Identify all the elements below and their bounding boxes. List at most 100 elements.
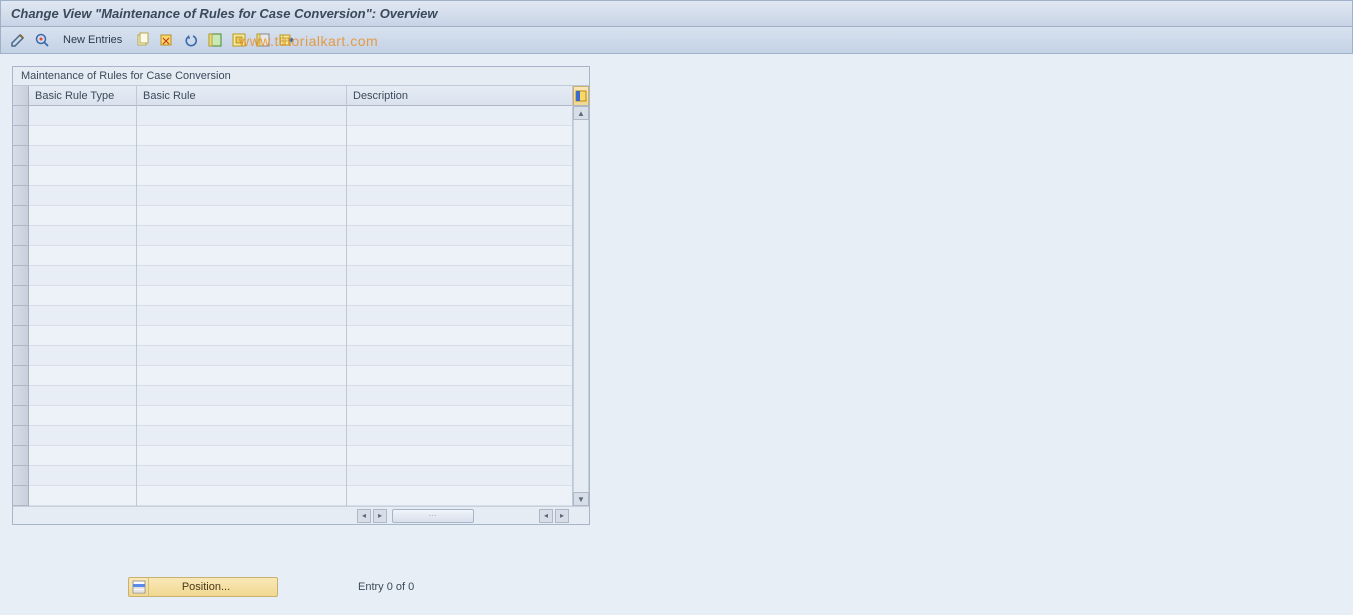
table-cell[interactable]	[137, 166, 346, 186]
table-cell[interactable]	[29, 266, 136, 286]
column-header-basic-rule-type[interactable]: Basic Rule Type	[29, 86, 136, 106]
table-cell[interactable]	[137, 266, 346, 286]
table-cell[interactable]	[347, 426, 572, 446]
row-selector[interactable]	[13, 226, 29, 246]
table-cell[interactable]	[29, 386, 136, 406]
table-cell[interactable]	[137, 466, 346, 486]
column-header-basic-rule[interactable]: Basic Rule	[137, 86, 346, 106]
row-selector[interactable]	[13, 146, 29, 166]
select-block-icon[interactable]	[230, 31, 248, 49]
table-cell[interactable]	[347, 366, 572, 386]
table-settings-icon[interactable]	[278, 31, 296, 49]
row-selector-header[interactable]	[13, 86, 29, 106]
row-selector[interactable]	[13, 386, 29, 406]
table-cell[interactable]	[347, 306, 572, 326]
table-cell[interactable]	[137, 326, 346, 346]
table-cell[interactable]	[347, 446, 572, 466]
undo-change-icon[interactable]	[182, 31, 200, 49]
table-cell[interactable]	[347, 346, 572, 366]
table-cell[interactable]	[29, 166, 136, 186]
table-cell[interactable]	[347, 286, 572, 306]
scroll-left-icon[interactable]: ▸	[373, 509, 387, 523]
table-cell[interactable]	[29, 346, 136, 366]
table-cell[interactable]	[347, 466, 572, 486]
other-view-icon[interactable]	[33, 31, 51, 49]
table-cell[interactable]	[29, 366, 136, 386]
table-cell[interactable]	[29, 206, 136, 226]
table-cell[interactable]	[137, 406, 346, 426]
scroll-track-vertical[interactable]	[573, 120, 589, 492]
scroll-handle-horizontal[interactable]: ⋯	[392, 509, 474, 523]
table-cell[interactable]	[137, 306, 346, 326]
table-cell[interactable]	[29, 446, 136, 466]
table-cell[interactable]	[137, 286, 346, 306]
table-cell[interactable]	[347, 326, 572, 346]
scroll-right-icon[interactable]: ◂	[539, 509, 553, 523]
table-cell[interactable]	[137, 246, 346, 266]
table-cell[interactable]	[347, 126, 572, 146]
table-cell[interactable]	[137, 486, 346, 506]
table-cell[interactable]	[29, 186, 136, 206]
table-cell[interactable]	[29, 306, 136, 326]
table-cell[interactable]	[347, 246, 572, 266]
table-cell[interactable]	[347, 266, 572, 286]
table-cell[interactable]	[29, 466, 136, 486]
table-cell[interactable]	[347, 186, 572, 206]
table-cell[interactable]	[137, 366, 346, 386]
position-button[interactable]: Position...	[128, 577, 278, 597]
row-selector[interactable]	[13, 366, 29, 386]
row-selector[interactable]	[13, 206, 29, 226]
column-header-description[interactable]: Description	[347, 86, 572, 106]
table-cell[interactable]	[137, 226, 346, 246]
table-cell[interactable]	[137, 426, 346, 446]
row-selector[interactable]	[13, 426, 29, 446]
row-selector[interactable]	[13, 446, 29, 466]
table-cell[interactable]	[137, 126, 346, 146]
row-selector[interactable]	[13, 186, 29, 206]
table-cell[interactable]	[137, 106, 346, 126]
table-cell[interactable]	[29, 326, 136, 346]
row-selector[interactable]	[13, 126, 29, 146]
table-cell[interactable]	[137, 386, 346, 406]
table-cell[interactable]	[29, 486, 136, 506]
scroll-down-icon[interactable]: ▼	[573, 492, 589, 506]
new-entries-button[interactable]: New Entries	[57, 32, 128, 48]
row-selector[interactable]	[13, 326, 29, 346]
table-cell[interactable]	[137, 206, 346, 226]
row-selector[interactable]	[13, 466, 29, 486]
table-cell[interactable]	[347, 226, 572, 246]
table-cell[interactable]	[137, 346, 346, 366]
table-configure-icon[interactable]	[573, 86, 589, 106]
display-change-icon[interactable]	[9, 31, 27, 49]
copy-as-icon[interactable]	[134, 31, 152, 49]
deselect-all-icon[interactable]	[254, 31, 272, 49]
table-cell[interactable]	[347, 406, 572, 426]
row-selector[interactable]	[13, 306, 29, 326]
table-cell[interactable]	[137, 146, 346, 166]
table-cell[interactable]	[29, 286, 136, 306]
table-cell[interactable]	[347, 166, 572, 186]
table-cell[interactable]	[29, 226, 136, 246]
table-cell[interactable]	[29, 406, 136, 426]
row-selector[interactable]	[13, 286, 29, 306]
row-selector[interactable]	[13, 166, 29, 186]
table-cell[interactable]	[29, 426, 136, 446]
scroll-right-last-icon[interactable]: ▸	[555, 509, 569, 523]
table-cell[interactable]	[29, 246, 136, 266]
table-cell[interactable]	[29, 126, 136, 146]
scroll-up-icon[interactable]: ▲	[573, 106, 589, 120]
table-cell[interactable]	[137, 186, 346, 206]
scroll-left-first-icon[interactable]: ◂	[357, 509, 371, 523]
table-cell[interactable]	[347, 486, 572, 506]
row-selector[interactable]	[13, 106, 29, 126]
table-cell[interactable]	[347, 146, 572, 166]
row-selector[interactable]	[13, 486, 29, 506]
row-selector[interactable]	[13, 406, 29, 426]
delete-icon[interactable]	[158, 31, 176, 49]
table-cell[interactable]	[347, 106, 572, 126]
row-selector[interactable]	[13, 246, 29, 266]
row-selector[interactable]	[13, 266, 29, 286]
table-cell[interactable]	[347, 206, 572, 226]
table-cell[interactable]	[29, 106, 136, 126]
table-cell[interactable]	[347, 386, 572, 406]
